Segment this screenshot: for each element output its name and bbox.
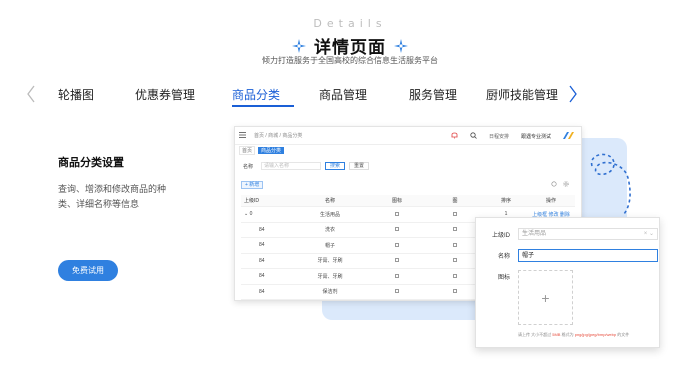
refresh-icon[interactable] bbox=[551, 181, 557, 189]
tab-carousel[interactable]: 轮播图 bbox=[58, 86, 94, 103]
tab-coupon-management[interactable]: 优惠券管理 bbox=[135, 86, 195, 103]
reset-button[interactable]: 重置 bbox=[349, 162, 370, 170]
upload-area[interactable]: + bbox=[518, 270, 573, 325]
hint-formats: png/jpg/jpeg/bmp/webp bbox=[574, 332, 617, 337]
tab-service-management[interactable]: 服务管理 bbox=[409, 86, 457, 103]
cell-name: 保洁剂 bbox=[322, 289, 338, 296]
tab-product-category[interactable]: 商品分类 bbox=[232, 86, 280, 103]
icon-row: 图标 bbox=[486, 272, 518, 281]
cell-name: 牙膏、牙刷 bbox=[317, 258, 343, 265]
menu-icon[interactable] bbox=[239, 131, 246, 140]
col-actions: 操作 bbox=[545, 198, 556, 204]
parent-id-select[interactable]: 生活用品 × ⌄ bbox=[518, 228, 658, 240]
icon-thumbnail bbox=[395, 211, 399, 216]
free-trial-button[interactable]: 免费试用 bbox=[58, 260, 118, 281]
image-thumbnail bbox=[453, 258, 457, 263]
cell-parent-id: 84 bbox=[259, 226, 265, 233]
icon-label: 图标 bbox=[497, 275, 510, 281]
search-icon[interactable] bbox=[470, 131, 477, 141]
header-description: 倾力打造服务于全国高校的综合信息生活服务平台 bbox=[262, 56, 438, 65]
sparkle-icon bbox=[394, 38, 408, 53]
hint-suffix: 的文件 bbox=[617, 332, 630, 337]
name-search-input[interactable]: 请输入名称 bbox=[261, 162, 321, 170]
image-thumbnail bbox=[453, 289, 457, 294]
hint-middle: 格式为 bbox=[561, 332, 574, 337]
plus-icon[interactable]: + bbox=[541, 290, 549, 306]
breadcrumb: 首页 / 商城 / 商品分类 bbox=[254, 133, 303, 139]
name-input[interactable]: 帽子 bbox=[518, 249, 658, 262]
window-topbar: 首页 / 商城 / 商品分类 日程安排 跟遇专业测试 bbox=[235, 127, 581, 145]
image-thumbnail bbox=[453, 227, 457, 232]
name-field-label: 名称 bbox=[243, 163, 254, 170]
section-title: 商品分类设置 bbox=[58, 157, 124, 169]
swirl-decoration bbox=[590, 153, 631, 215]
table-header: 上级ID 名称 图标 图 排序 操作 bbox=[241, 195, 575, 207]
window-tags: 首页 商品分类 bbox=[235, 145, 581, 155]
icon-thumbnail bbox=[395, 273, 399, 278]
add-button[interactable]: + 新增 bbox=[241, 181, 264, 189]
parent-id-row: 上级ID 生活用品 × ⌄ bbox=[486, 228, 658, 240]
icon-thumbnail bbox=[395, 289, 399, 294]
header-subtitle: Details bbox=[313, 17, 387, 30]
chevron-down-icon[interactable]: × ⌄ bbox=[644, 229, 654, 240]
chevron-left-icon[interactable] bbox=[24, 84, 38, 104]
cell-parent-id: 84 bbox=[259, 257, 265, 264]
hint-prefix: 请上传 大小不超过 bbox=[518, 332, 552, 337]
cell-name: 帽子 bbox=[324, 242, 335, 249]
icon-thumbnail bbox=[395, 227, 399, 232]
image-thumbnail bbox=[453, 211, 457, 216]
schedule-label[interactable]: 日程安排 bbox=[489, 133, 509, 140]
cell-parent-id: 84 bbox=[259, 288, 265, 295]
image-thumbnail bbox=[453, 273, 457, 278]
settings-icon[interactable] bbox=[563, 181, 569, 189]
name-row: 名称 帽子 bbox=[486, 249, 658, 262]
parent-id-label: 上级ID bbox=[491, 232, 510, 239]
search-button[interactable]: 搜索 bbox=[325, 162, 346, 170]
col-parent-id: 上级ID bbox=[244, 198, 260, 204]
section-description: 查询、增添和修改商品的种类、详细名称等信息 bbox=[58, 184, 167, 209]
table-toolbar: + 新增 bbox=[235, 179, 581, 191]
col-name: 名称 bbox=[324, 198, 335, 204]
tag-product-category[interactable]: 商品分类 bbox=[258, 146, 285, 154]
cell-name: 生活用品 bbox=[319, 211, 340, 218]
tab-product-management[interactable]: 商品管理 bbox=[319, 86, 367, 103]
col-icon: 图标 bbox=[391, 198, 402, 204]
chevron-right-icon[interactable] bbox=[566, 84, 580, 104]
active-tab-indicator bbox=[232, 105, 294, 107]
search-bar: 名称 请输入名称 搜索 重置 bbox=[235, 157, 581, 175]
tab-chef-skill-management[interactable]: 厨师技能管理 bbox=[486, 86, 558, 103]
col-sort: 排序 bbox=[500, 198, 511, 204]
col-image: 图 bbox=[452, 198, 458, 204]
tag-home[interactable]: 首页 bbox=[239, 145, 256, 155]
parent-id-value: 生活用品 bbox=[522, 231, 547, 237]
cell-parent-id: 84 bbox=[259, 273, 265, 280]
upload-hint: 请上传 大小不超过 5MB 格式为 png/jpg/jpeg/bmp/webp … bbox=[518, 332, 658, 338]
icon-thumbnail bbox=[395, 242, 399, 247]
feature-tabs: 轮播图 优惠券管理 商品分类 商品管理 服务管理 厨师技能管理 bbox=[20, 82, 586, 108]
cell-parent-id: 84 bbox=[259, 242, 265, 249]
edit-dialog: 上级ID 生活用品 × ⌄ 名称 帽子 图标 + 请上传 大小不超过 5MB 格… bbox=[475, 217, 660, 348]
cell-name: 洗衣 bbox=[324, 227, 335, 234]
cell-name: 牙膏、牙刷 bbox=[317, 273, 343, 280]
icon-thumbnail bbox=[395, 258, 399, 263]
bell-icon[interactable] bbox=[451, 131, 458, 141]
user-name[interactable]: 跟遇专业测试 bbox=[521, 133, 551, 140]
cell-parent-id: 0 bbox=[249, 211, 253, 218]
hint-size: 5MB bbox=[552, 332, 561, 337]
sparkle-icon bbox=[292, 38, 306, 53]
name-label: 名称 bbox=[497, 254, 510, 260]
logo-icon[interactable] bbox=[563, 131, 575, 141]
image-thumbnail bbox=[453, 242, 457, 247]
